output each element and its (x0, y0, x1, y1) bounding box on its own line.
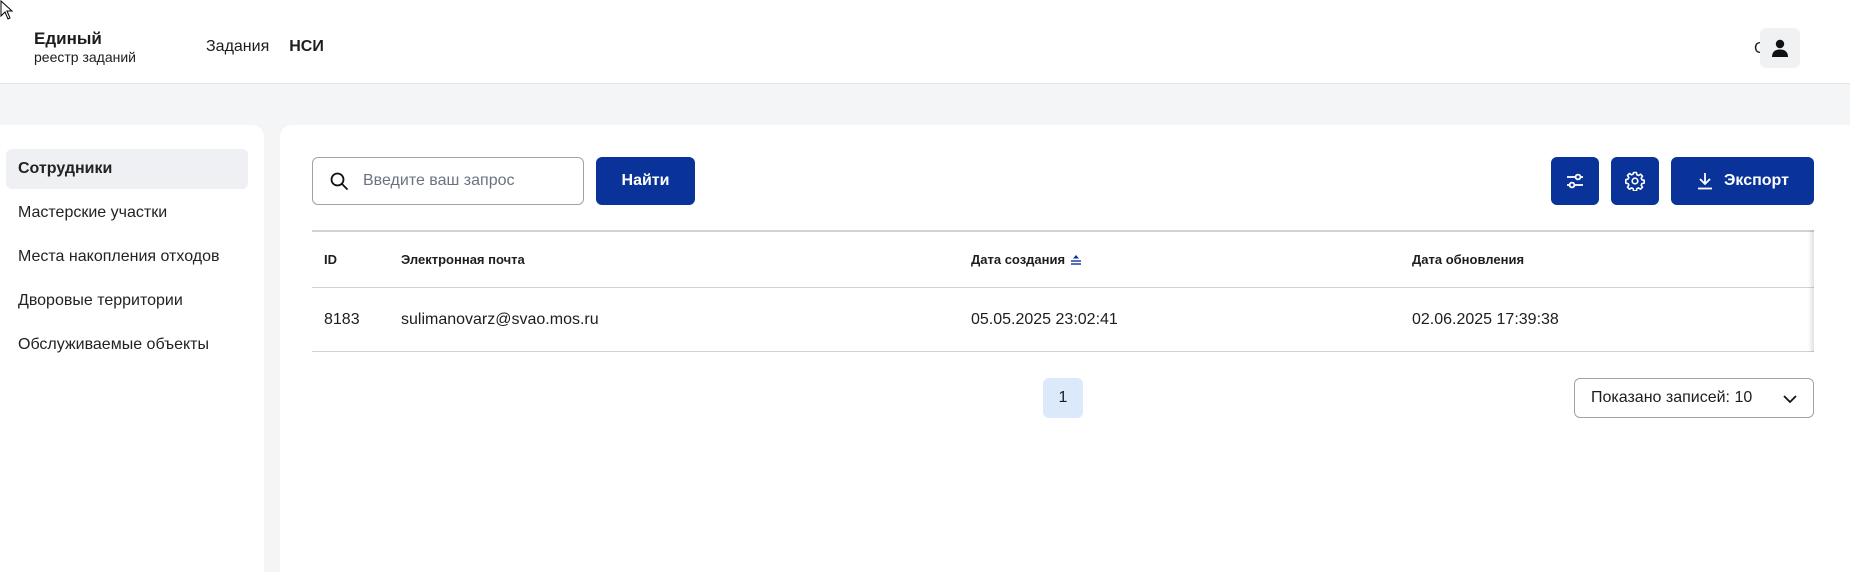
pagination-page-1[interactable]: 1 (1043, 378, 1083, 418)
nav-tasks[interactable]: Задания (206, 38, 269, 56)
sidebar: Сотрудники Мастерские участки Места нако… (0, 125, 264, 572)
cell-email: sulimanovarz@svao.mos.ru (401, 310, 599, 328)
user-icon (1772, 39, 1788, 57)
page-size-select[interactable]: Показано записей: 10 (1574, 378, 1814, 418)
app-header: Единый реестр заданий Задания НСИ С. (0, 0, 1850, 84)
cell-created: 05.05.2025 23:02:41 (971, 310, 1118, 328)
find-button[interactable]: Найти (596, 157, 695, 205)
main-nav: Задания НСИ (206, 38, 324, 56)
cell-id: 8183 (324, 310, 360, 328)
sidebar-item-workshop-areas[interactable]: Мастерские участки (6, 193, 248, 233)
filter-button[interactable] (1551, 157, 1599, 205)
cell-updated: 02.06.2025 17:39:38 (1412, 310, 1559, 328)
column-header-created[interactable]: Дата создания (971, 232, 1082, 287)
avatar[interactable] (1760, 28, 1800, 68)
sidebar-item-waste-sites[interactable]: Места накопления отходов (6, 237, 248, 277)
search-input[interactable] (363, 172, 573, 190)
logo-line-2: реестр заданий (34, 49, 136, 65)
employees-table: ID Электронная почта Дата создания Дата … (312, 230, 1814, 352)
logo-line-1: Единый (34, 29, 102, 48)
column-header-email[interactable]: Электронная почта (401, 232, 525, 287)
search-icon (330, 172, 348, 190)
mouse-cursor-icon (0, 0, 14, 20)
download-icon (1698, 173, 1713, 190)
table-header: ID Электронная почта Дата создания Дата … (312, 230, 1814, 288)
sort-icon[interactable] (1070, 254, 1082, 266)
column-header-created-label: Дата создания (971, 252, 1066, 267)
sidebar-item-employees[interactable]: Сотрудники (6, 149, 248, 189)
search-box (312, 157, 584, 205)
sliders-icon (1567, 173, 1583, 189)
export-button[interactable]: Экспорт (1671, 157, 1814, 205)
settings-button[interactable] (1611, 157, 1659, 205)
sidebar-item-served-objects[interactable]: Обслуживаемые объекты (6, 325, 248, 365)
chevron-down-icon (1783, 395, 1797, 404)
app-logo[interactable]: Единый реестр заданий (34, 29, 136, 66)
nav-nsi[interactable]: НСИ (289, 38, 324, 56)
column-header-id[interactable]: ID (324, 232, 337, 287)
table-scroll-shadow (1808, 230, 1814, 352)
table-row[interactable]: 8183 sulimanovarz@svao.mos.ru 05.05.2025… (312, 288, 1814, 352)
column-header-updated[interactable]: Дата обновления (1412, 232, 1524, 287)
sidebar-item-yard-territories[interactable]: Дворовые территории (6, 281, 248, 321)
gear-icon (1625, 171, 1645, 191)
export-label: Экспорт (1724, 172, 1789, 189)
page-size-label: Показано записей: 10 (1591, 389, 1753, 406)
